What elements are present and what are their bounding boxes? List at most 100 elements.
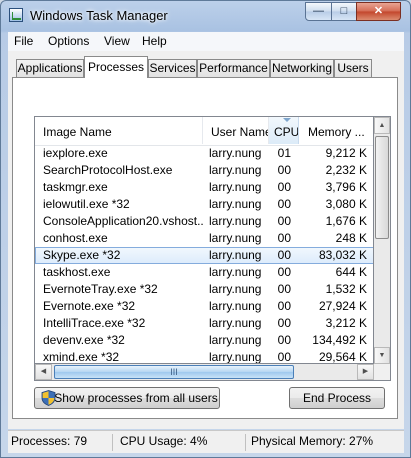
process-name: xmind.exe *32	[43, 350, 120, 364]
process-name: conhost.exe	[43, 231, 108, 245]
task-manager-window: Windows Task Manager — □ ✕ File Options …	[0, 0, 411, 458]
table-row[interactable]: SearchProtocolHost.exe larry.nung 00 2,232 …	[35, 162, 373, 179]
process-user: larry.nung	[209, 197, 262, 211]
process-user: larry.nung	[209, 163, 262, 177]
table-row[interactable]: ConsoleApplication20.vshost.... larry.nun…	[35, 213, 373, 230]
tab-services[interactable]: Services	[148, 59, 197, 77]
status-bar: Processes: 79 CPU Usage: 4% Physical Mem…	[8, 430, 404, 453]
processes-panel: Image Name User Name CPU Memory ... iexp…	[12, 77, 398, 419]
table-row[interactable]: Evernote.exe *32 larry.nung 00 27,924 K	[35, 298, 373, 315]
menu-file[interactable]: File	[14, 34, 33, 48]
table-row[interactable]: taskhost.exe larry.nung 00 644 K	[35, 264, 373, 281]
process-name: taskmgr.exe	[43, 180, 108, 194]
tab-applications[interactable]: Applications	[16, 59, 84, 77]
process-cpu: 00	[277, 350, 291, 364]
column-user-name[interactable]: User Name	[203, 117, 269, 144]
process-user: larry.nung	[209, 282, 262, 296]
process-cpu: 00	[277, 163, 291, 177]
title-bar[interactable]: Windows Task Manager — □ ✕	[1, 1, 410, 31]
end-process-button[interactable]: End Process	[289, 387, 385, 409]
tab-networking[interactable]: Networking	[270, 59, 334, 77]
status-cpu-usage: CPU Usage: 4%	[118, 434, 246, 451]
process-memory: 83,032 K	[318, 248, 367, 262]
scrollbar-corner	[374, 364, 391, 381]
process-cpu: 00	[277, 180, 291, 194]
process-name: Skype.exe *32	[43, 248, 121, 262]
table-row[interactable]: taskmgr.exe larry.nung 00 3,796 K	[35, 179, 373, 196]
status-processes: Processes: 79	[9, 434, 113, 451]
process-memory: 1,676 K	[325, 214, 367, 228]
process-user: larry.nung	[209, 316, 262, 330]
menu-help[interactable]: Help	[142, 34, 167, 48]
process-memory: 2,232 K	[325, 163, 367, 177]
task-manager-icon	[9, 8, 23, 22]
process-list[interactable]: Image Name User Name CPU Memory ... iexp…	[34, 116, 374, 364]
scroll-right-arrow-icon[interactable]: ▶	[357, 364, 374, 380]
window-title: Windows Task Manager	[30, 8, 168, 23]
tab-performance[interactable]: Performance	[197, 59, 270, 77]
process-memory: 29,564 K	[318, 350, 367, 364]
status-physical-memory: Physical Memory: 27%	[251, 434, 374, 448]
process-cpu: 00	[277, 214, 291, 228]
process-memory: 644 K	[335, 265, 367, 279]
process-name: SearchProtocolHost.exe	[43, 163, 173, 177]
vertical-scroll-thumb[interactable]	[375, 136, 389, 239]
table-row[interactable]: EvernoteTray.exe *32 larry.nung 00 1,532 K	[35, 281, 373, 298]
process-memory: 3,796 K	[325, 180, 367, 194]
process-cpu: 00	[277, 248, 291, 262]
client-area: Applications Processes Services Performa…	[8, 51, 404, 429]
scroll-down-arrow-icon[interactable]: ▼	[374, 347, 390, 364]
process-memory: 27,924 K	[318, 299, 367, 313]
menu-options[interactable]: Options	[48, 34, 89, 48]
process-user: larry.nung	[209, 231, 262, 245]
column-cpu[interactable]: CPU	[269, 117, 299, 144]
column-memory[interactable]: Memory ...	[299, 117, 373, 144]
table-row[interactable]: iexplore.exe larry.nung 01 9,212 K	[35, 145, 373, 162]
show-all-processes-button[interactable]: Show processes from all users	[34, 387, 220, 409]
minimize-button[interactable]: —	[305, 2, 332, 21]
process-cpu: 00	[277, 231, 291, 245]
tab-users[interactable]: Users	[334, 59, 372, 77]
menu-bar: File Options View Help	[8, 32, 404, 52]
process-cpu: 01	[277, 146, 291, 160]
process-name: ConsoleApplication20.vshost....	[43, 214, 203, 228]
process-cpu: 00	[277, 316, 291, 330]
table-row[interactable]: devenv.exe *32 larry.nung 00 134,492 K	[35, 332, 373, 349]
process-memory: 134,492 K	[312, 333, 367, 347]
process-name: devenv.exe *32	[43, 333, 125, 347]
table-row[interactable]: Skype.exe *32 larry.nung 00 83,032 K	[35, 247, 373, 264]
process-name: taskhost.exe	[43, 265, 111, 279]
horizontal-scroll-thumb[interactable]: III	[54, 365, 294, 379]
process-memory: 1,532 K	[325, 282, 367, 296]
table-row[interactable]: conhost.exe larry.nung 00 248 K	[35, 230, 373, 247]
process-name: Evernote.exe *32	[43, 299, 136, 313]
menu-view[interactable]: View	[104, 34, 130, 48]
scroll-up-arrow-icon[interactable]: ▲	[374, 117, 390, 134]
scroll-left-arrow-icon[interactable]: ◀	[35, 364, 52, 380]
process-user: larry.nung	[209, 333, 262, 347]
process-cpu: 00	[277, 197, 291, 211]
vertical-scrollbar[interactable]: ▲ ▼	[374, 116, 391, 364]
table-row[interactable]: xmind.exe *32 larry.nung 00 29,564 K	[35, 349, 373, 364]
process-user: larry.nung	[209, 146, 262, 160]
process-user: larry.nung	[209, 248, 262, 262]
process-memory: 248 K	[335, 231, 367, 245]
process-user: larry.nung	[209, 265, 262, 279]
maximize-button[interactable]: □	[331, 2, 357, 21]
process-name: IntelliTrace.exe *32	[43, 316, 146, 330]
tab-processes[interactable]: Processes	[84, 56, 148, 78]
table-row[interactable]: IntelliTrace.exe *32 larry.nung 00 3,212 K	[35, 315, 373, 332]
column-image-name[interactable]: Image Name	[35, 117, 203, 144]
process-cpu: 00	[277, 333, 291, 347]
process-name: iexplore.exe	[43, 146, 108, 160]
process-memory: 3,212 K	[325, 316, 367, 330]
process-name: ielowutil.exe *32	[43, 197, 130, 211]
process-user: larry.nung	[209, 350, 262, 364]
process-user: larry.nung	[209, 180, 262, 194]
column-cpu-label: CPU	[274, 125, 299, 139]
table-row[interactable]: ielowutil.exe *32 larry.nung 00 3,080 K	[35, 196, 373, 213]
horizontal-scrollbar[interactable]: ◀ III ▶	[34, 364, 374, 381]
process-cpu: 00	[277, 282, 291, 296]
uac-shield-icon	[41, 390, 56, 406]
close-button[interactable]: ✕	[356, 2, 401, 21]
